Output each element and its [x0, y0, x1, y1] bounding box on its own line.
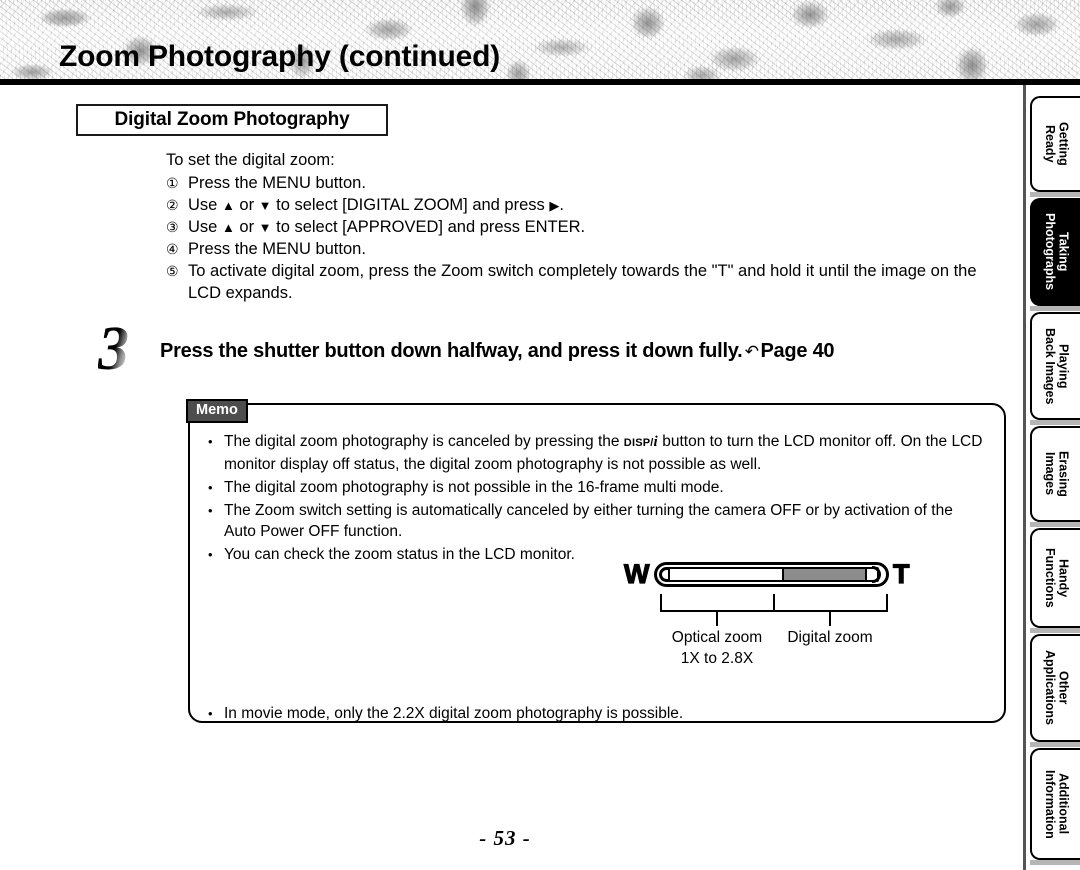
disp-i-button-icon: DISP/i: [623, 434, 658, 450]
sidebar-tab-additional-information[interactable]: Additional Information: [1030, 748, 1080, 860]
sidebar-tab-label: Getting Ready: [1043, 122, 1071, 166]
memo-bullet-text: In movie mode, only the 2.2X digital zoo…: [224, 705, 684, 722]
step-text-2: Use ▲ or ▼ to select [DIGITAL ZOOM] and …: [188, 194, 996, 216]
triangle-right-icon: ▶: [549, 198, 560, 213]
zoom-bar-right-cap: [872, 566, 886, 583]
bullet-dot-icon: •: [208, 434, 213, 449]
tab-shadow-3: [1030, 420, 1080, 425]
sidebar-tab-label: Handy Functions: [1043, 548, 1071, 608]
major-step-number: 3: [98, 315, 129, 383]
section-heading-box: Digital Zoom Photography: [76, 104, 388, 136]
memo-box: • The digital zoom photography is cancel…: [188, 403, 1006, 723]
intro-lead-text: To set the digital zoom:: [166, 151, 335, 169]
memo-bullet-item: • The digital zoom photography is cancel…: [208, 431, 986, 475]
numbered-step: ⑤ To activate digital zoom, press the Zo…: [166, 260, 996, 304]
tab-shadow-2: [1030, 306, 1080, 311]
tab-shadow-7: [1030, 860, 1080, 865]
memo-bullet-text: The digital zoom photography is not poss…: [224, 478, 724, 496]
disp-label: DISP: [623, 436, 651, 449]
sidebar-tab-label: Additional Information: [1043, 769, 1071, 839]
optical-zoom-range: 1X to 2.8X: [680, 650, 754, 667]
step-number-5: ⑤: [166, 263, 179, 279]
zoom-level-bar: [654, 562, 889, 587]
page-reference-arrow-icon: ↷: [745, 342, 760, 361]
step2-part-d: .: [559, 196, 564, 214]
memo-label-tag: Memo: [186, 399, 248, 423]
step-text-4: Press the MENU button.: [188, 240, 366, 258]
step3-part-b: or: [234, 218, 259, 236]
tab-shadow-6: [1030, 742, 1080, 747]
section-heading-label: Digital Zoom Photography: [114, 109, 350, 130]
sidebar-tab-getting-ready[interactable]: Getting Ready: [1030, 96, 1080, 192]
triangle-down-icon: ▼: [258, 198, 272, 213]
major-step-text-row: Press the shutter button down halfway, a…: [160, 340, 835, 363]
side-tabs-rule: [1023, 84, 1026, 870]
memo-bullet-item: • The digital zoom photography is not po…: [208, 477, 986, 498]
memo-bullet-text: The digital zoom photography is canceled…: [224, 431, 986, 475]
memo-b1-before: The digital zoom photography is canceled…: [224, 433, 624, 450]
tab-shadow-4: [1030, 522, 1080, 527]
sidebar-tab-label: Other Applications: [1043, 650, 1071, 726]
sidebar-tab-handy-functions[interactable]: Handy Functions: [1030, 528, 1080, 628]
major-step-text: Press the shutter button down halfway, a…: [160, 340, 743, 362]
bullet-dot-icon: •: [208, 706, 213, 721]
numbered-step: ④ Press the MENU button.: [166, 238, 996, 260]
sidebar-tab-label: Taking Photographs: [1043, 213, 1071, 291]
sidebar-tab-taking-photographs[interactable]: Taking Photographs: [1030, 198, 1080, 306]
memo-bullet-item: • In movie mode, only the 2.2X digital z…: [208, 703, 986, 724]
memo-bullet-text: The Zoom switch setting is automatically…: [224, 501, 953, 540]
triangle-up-icon: ▲: [221, 220, 235, 235]
triangle-up-icon: ▲: [221, 198, 235, 213]
zoom-range-brackets: [660, 594, 888, 612]
sidebar-tab-label: Erasing Images: [1043, 451, 1071, 497]
step-text-5: To activate digital zoom, press the Zoom…: [188, 262, 977, 302]
tele-end-label: T: [892, 559, 910, 589]
triangle-down-icon: ▼: [258, 220, 272, 235]
step2-part-a: Use: [188, 196, 222, 214]
step2-part-c: to select [DIGITAL ZOOM] and press: [271, 196, 550, 214]
major-step-3: 3 Press the shutter button down halfway,…: [98, 318, 998, 386]
numbered-step: ① Press the MENU button.: [166, 172, 996, 194]
numbered-step: ② Use ▲ or ▼ to select [DIGITAL ZOOM] an…: [166, 194, 996, 216]
bracket-tick-left: [660, 594, 662, 612]
bracket-tick-middle: [773, 594, 775, 612]
digital-zoom-caption: Digital zoom: [769, 627, 891, 648]
digital-label-tick: [829, 612, 831, 626]
memo-bullet-item: • The Zoom switch setting is automatical…: [208, 500, 986, 542]
bullet-dot-icon: •: [208, 546, 213, 562]
bullet-dot-icon: •: [208, 479, 213, 495]
step3-part-a: Use: [188, 218, 222, 236]
memo-content: • The digital zoom photography is cancel…: [208, 431, 986, 722]
step-text-3: Use ▲ or ▼ to select [APPROVED] and pres…: [188, 216, 996, 238]
bracket-tick-right: [886, 594, 888, 612]
step-text-1: Press the MENU button.: [188, 174, 366, 192]
zoom-bar-digital-fill: [782, 567, 867, 582]
optical-label-tick: [716, 612, 718, 626]
step-number-4: ④: [166, 241, 179, 257]
tab-shadow-5: [1030, 628, 1080, 633]
sidebar-tab-playing-back-images[interactable]: Playing Back Images: [1030, 312, 1080, 420]
step2-part-b: or: [234, 196, 259, 214]
bullet-dot-icon: •: [208, 502, 213, 518]
step-number-2: ②: [166, 197, 179, 213]
header-divider-rule: [0, 79, 1080, 85]
step-number-1: ①: [166, 175, 179, 191]
page-title: Zoom Photography (continued): [59, 40, 501, 73]
digital-zoom-label: Digital zoom: [787, 629, 873, 646]
page-number: - 53 -: [479, 826, 531, 850]
zoom-status-figure: W T Optical zoom 1X to 2.8X Digital zoom: [448, 559, 988, 679]
page-header-banner: Zoom Photography (continued): [0, 0, 1080, 82]
numbered-step: ③ Use ▲ or ▼ to select [APPROVED] and pr…: [166, 216, 996, 238]
step-number-3: ③: [166, 219, 179, 235]
sidebar-tab-label: Playing Back Images: [1043, 327, 1071, 405]
sidebar-tab-erasing-images[interactable]: Erasing Images: [1030, 426, 1080, 522]
wide-end-label: W: [623, 559, 650, 589]
tab-shadow-1: [1030, 192, 1080, 197]
sidebar-tab-other-applications[interactable]: Other Applications: [1030, 634, 1080, 742]
page-reference-label: Page 40: [760, 340, 835, 362]
instruction-block: To set the digital zoom: ① Press the MEN…: [166, 149, 996, 304]
step3-part-c: to select [APPROVED] and press ENTER.: [271, 218, 586, 236]
side-tab-navigation[interactable]: Getting Ready Taking Photographs Playing…: [1030, 96, 1080, 866]
